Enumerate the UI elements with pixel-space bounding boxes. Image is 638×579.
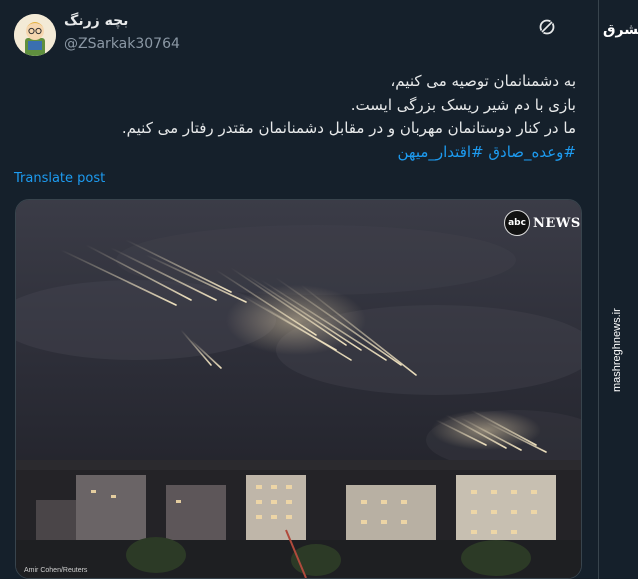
mashregh-logo: مشرق — [603, 22, 638, 38]
grok-icon[interactable] — [538, 18, 556, 36]
tweet-line: به دشمنانمان توصیه می کنیم، — [390, 72, 576, 90]
mashregh-url: mashreghnews.ir — [611, 308, 623, 392]
tweet-line: بازی با دم شیر ریسک بزرگی ایست. — [350, 95, 576, 114]
avatar[interactable] — [14, 14, 56, 56]
author-display-name[interactable]: بچه زرنگ — [64, 13, 128, 29]
avatar-cartoon-icon — [14, 14, 56, 56]
photo-credit: Amir Cohen/Reuters — [24, 567, 88, 574]
author-handle[interactable]: @ZSarkak30764 — [64, 36, 180, 52]
tweet-text: به دشمنانمان توصیه می کنیم، بازی با دم ش… — [56, 70, 576, 164]
translate-post-link[interactable]: Translate post — [14, 171, 105, 186]
abc-logo-circle: abc — [504, 210, 530, 236]
hashtag-links[interactable]: #وعده_صادق #اقتدار_میهن — [56, 141, 577, 165]
tweet-line: ما در کنار دوستانمان مهربان و در مقابل د… — [121, 119, 576, 137]
abc-logo-text: NEWS — [533, 215, 581, 231]
abc-news-logo: abc NEWS — [504, 210, 581, 236]
mashregh-watermark: مشرق mashreghnews.ir — [603, 12, 638, 572]
night-sky-photo — [16, 200, 581, 578]
tweet-card: بچه زرنگ @ZSarkak30764 به دشمنانمان توصی… — [0, 0, 599, 579]
tweet-photo[interactable]: abc NEWS Amir Cohen/Reuters — [15, 199, 582, 579]
